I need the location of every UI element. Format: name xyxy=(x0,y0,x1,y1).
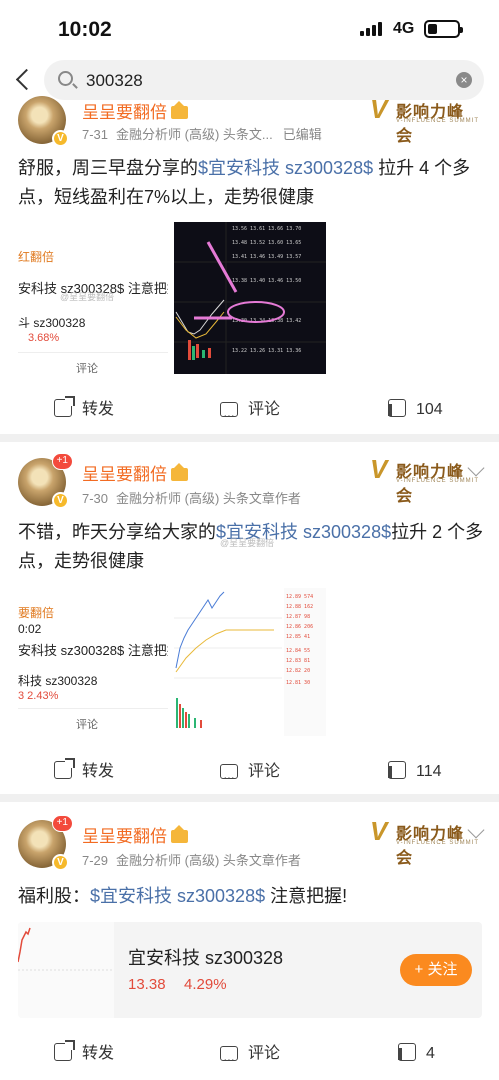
post-actions: 转发 评论 104 xyxy=(0,390,499,435)
chevron-down-icon[interactable] xyxy=(467,821,485,839)
influence-summit-badge: V 影响力峰会 V-INFLUENCE SUMMIT xyxy=(370,94,480,145)
author-name[interactable]: 呈呈要翻倍 xyxy=(82,460,188,485)
post-text[interactable]: 福利股：$宜安科技 sz300328$ 注意把握! xyxy=(18,882,484,911)
like-button[interactable]: 4 xyxy=(398,1034,435,1074)
svg-text:12.84 55: 12.84 55 xyxy=(286,648,310,654)
post-card: +1 V 呈呈要翻倍 7-29 金融分析师 (高级) 头条文章作者 V 影响力峰会 V-… xyxy=(0,802,499,1080)
share-button[interactable]: 转发 xyxy=(54,752,114,792)
battery-icon xyxy=(424,20,463,38)
svg-text:12.83 81: 12.83 81 xyxy=(286,658,310,664)
like-button[interactable]: 104 xyxy=(388,390,443,430)
post-actions: 转发 评论 114 xyxy=(0,752,499,797)
image-watermark: @呈呈要翻倍 xyxy=(60,292,115,302)
thumbs-up-icon xyxy=(388,399,406,417)
avatar[interactable]: V xyxy=(18,96,69,147)
search-icon xyxy=(58,71,73,86)
comment-button[interactable]: 评论 xyxy=(220,1034,280,1079)
author-name[interactable]: 呈呈要翻倍 xyxy=(82,98,188,123)
stock-tag-link[interactable]: $宜安科技 sz300328$ xyxy=(198,158,373,178)
crown-icon xyxy=(171,463,188,481)
svg-text:13.56 13.61 13.66 13.70: 13.56 13.61 13.66 13.70 xyxy=(232,226,301,232)
status-time: 10:02 xyxy=(58,18,112,41)
follow-button[interactable]: + 关注 xyxy=(400,954,472,986)
author-name[interactable]: 呈呈要翻倍 xyxy=(82,822,188,847)
share-button[interactable]: 转发 xyxy=(54,1034,114,1074)
thumbs-up-icon xyxy=(388,761,406,779)
svg-text:12.85 41: 12.85 41 xyxy=(286,634,310,640)
comment-button[interactable]: 评论 xyxy=(220,752,280,797)
stock-name: 宜安科技 sz300328 xyxy=(128,948,284,968)
post-image-stock-chart[interactable]: 12.89 574 12.88 162 12.87 98 12.86 206 12.8… xyxy=(174,588,326,736)
network-label: 4G xyxy=(393,20,415,37)
stock-chart-graphic: 13.56 13.61 13.66 13.70 13.48 13.52 13.6… xyxy=(174,222,326,374)
post-meta: 7-29 金融分析师 (高级) 头条文章作者 xyxy=(82,853,301,868)
comment-button[interactable]: 评论 xyxy=(220,390,280,435)
stock-tag-link[interactable]: $宜安科技 sz300328$ xyxy=(90,886,265,906)
avatar[interactable]: +1 V xyxy=(18,453,73,509)
influence-summit-badge: V 影响力峰会 V-INFLUENCE SUMMIT xyxy=(370,454,480,505)
svg-text:12.82 20: 12.82 20 xyxy=(286,668,310,674)
search-query: 300328 xyxy=(86,71,143,90)
clear-icon[interactable]: × xyxy=(456,72,472,88)
post-actions: 转发 评论 4 xyxy=(0,1034,499,1079)
post-card: +1 V 呈呈要翻倍 7-30 金融分析师 (高级) 头条文章作者 V 影响力峰会 V-… xyxy=(0,442,499,797)
back-arrow-icon[interactable] xyxy=(10,62,38,98)
post-separator xyxy=(0,434,499,442)
svg-text:13.38 13.40 13.46 13.50: 13.38 13.40 13.46 13.50 xyxy=(232,278,301,284)
signal-icon xyxy=(360,22,382,36)
svg-text:13.41 13.46 13.49 13.57: 13.41 13.46 13.49 13.57 xyxy=(232,254,301,260)
share-icon xyxy=(54,396,75,417)
share-icon xyxy=(54,1040,75,1061)
stock-card[interactable]: 宜安科技 sz300328 13.38 4.29% + 关注 xyxy=(18,922,482,1018)
image-watermark: @呈呈要翻倍 xyxy=(220,538,275,548)
svg-text:12.88 162: 12.88 162 xyxy=(286,604,313,610)
avatar[interactable]: +1 V xyxy=(18,815,73,871)
post-separator xyxy=(0,794,499,802)
chevron-down-icon[interactable] xyxy=(467,459,485,477)
share-icon xyxy=(54,758,75,779)
thumbs-up-icon xyxy=(398,1043,416,1061)
svg-text:13.22 13.26 13.31 13.36: 13.22 13.26 13.31 13.36 xyxy=(232,348,301,354)
comment-icon xyxy=(220,757,238,797)
comment-icon xyxy=(220,395,238,435)
stock-change: 4.29% xyxy=(184,976,227,993)
crown-icon xyxy=(171,825,188,843)
post-meta: 7-31 金融分析师 (高级) 头条文... 已编辑 xyxy=(82,127,322,142)
stock-mini-chart xyxy=(18,922,114,1018)
share-button[interactable]: 转发 xyxy=(54,390,114,430)
svg-text:12.89 574: 12.89 574 xyxy=(286,594,313,600)
stock-chart-graphic: 12.89 574 12.88 162 12.87 98 12.86 206 12.8… xyxy=(174,588,326,736)
post-card: V 呈呈要翻倍 7-31 金融分析师 (高级) 头条文... 已编辑 V 影响力峰会 V… xyxy=(0,94,499,435)
post-meta: 7-30 金融分析师 (高级) 头条文章作者 xyxy=(82,491,301,506)
post-image-stock-chart[interactable]: 13.56 13.61 13.66 13.70 13.48 13.52 13.6… xyxy=(174,222,326,374)
stock-price: 13.38 xyxy=(128,976,166,993)
post-text[interactable]: 舒服，周三早盘分享的$宜安科技 sz300328$ 拉升 4 个多点，短线盈利在… xyxy=(18,154,484,212)
post-image-screenshot[interactable]: 要翻倍 0:02 安科技 sz300328$ 注意把握! 科技 sz300328… xyxy=(18,588,168,736)
svg-text:12.87 98: 12.87 98 xyxy=(286,614,310,620)
svg-text:13.48 13.52 13.60 13.65: 13.48 13.52 13.60 13.65 xyxy=(232,240,301,246)
svg-text:12.86 206: 12.86 206 xyxy=(286,624,313,630)
status-bar: 10:02 4G xyxy=(0,0,499,58)
svg-text:12.81 30: 12.81 30 xyxy=(286,680,310,686)
comment-icon xyxy=(220,1039,238,1079)
influence-summit-badge: V 影响力峰会 V-INFLUENCE SUMMIT xyxy=(370,816,480,867)
crown-icon xyxy=(171,101,188,119)
like-button[interactable]: 114 xyxy=(388,752,442,792)
